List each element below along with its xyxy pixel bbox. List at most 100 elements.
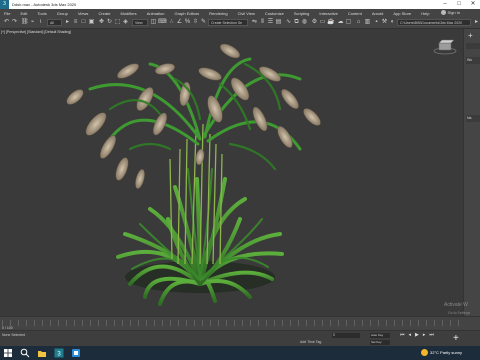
render-icon[interactable]: ☕ (327, 19, 334, 26)
close-button[interactable]: ✕ (466, 0, 480, 9)
open-folder-icon[interactable]: ⌂ (355, 19, 362, 26)
menu-scripting[interactable]: Scripting (294, 11, 310, 16)
time-slider[interactable]: 0 / 100 (0, 316, 480, 330)
named-selection-set-dropdown[interactable]: Create Selection Se (208, 19, 248, 26)
render-frame-icon[interactable]: ▭ (319, 19, 326, 26)
percent-snap-icon[interactable]: % (184, 19, 191, 26)
previous-frame-icon[interactable]: ◂ (409, 332, 412, 338)
weather-status[interactable]: 32°C Partly sunny (430, 350, 462, 355)
user-icon (440, 10, 446, 15)
menu-group[interactable]: Group (57, 11, 68, 16)
grass-plant-model[interactable] (0, 29, 463, 316)
select-by-name-icon[interactable]: ≡ (72, 19, 79, 26)
menu-views[interactable]: Views (78, 11, 89, 16)
browse-icon[interactable]: ▸ (473, 19, 480, 26)
spinner-snap-icon[interactable]: ⇳ (192, 19, 199, 26)
menu-edit[interactable]: Edit (20, 11, 27, 16)
maximize-button[interactable]: □ (452, 0, 466, 9)
app-logo-icon[interactable]: 3 (0, 0, 9, 9)
render-region-icon[interactable]: ▢ (345, 19, 352, 26)
minimize-button[interactable]: – (438, 0, 452, 9)
snap-icon[interactable]: ∴ (168, 19, 175, 26)
schematic-view-icon[interactable]: ⧉ (293, 19, 300, 26)
undo-icon[interactable]: ↶ (3, 19, 10, 26)
viewcube-widget[interactable] (432, 39, 458, 55)
menu-civil-view[interactable]: Civil View (238, 11, 255, 16)
sign-in-label: Sign In (447, 10, 460, 15)
menu-content[interactable]: Content (348, 11, 362, 16)
place-icon[interactable]: ◈ (122, 19, 129, 26)
add-key-plus-icon[interactable]: + (453, 333, 459, 344)
menu-arnold[interactable]: Arnold (372, 11, 384, 16)
render-online-icon[interactable]: ☁ (337, 19, 344, 26)
rotate-icon[interactable]: ↻ (106, 19, 113, 26)
create-panel-plus-icon[interactable]: + (468, 31, 473, 40)
auto-key-button[interactable]: Auto Key (370, 333, 390, 338)
add-time-tag-button[interactable]: Add Time Tag (300, 340, 321, 344)
menu-modifiers[interactable]: Modifiers (120, 11, 136, 16)
perspective-viewport[interactable]: [+] [Perspective] [Standard] [Default Sh… (0, 29, 463, 316)
menu-animation[interactable]: Animation (147, 11, 165, 16)
window-crossing-icon[interactable]: ▣ (88, 19, 95, 26)
link-icon[interactable]: ⛓ (21, 19, 29, 26)
menu-graph-editors[interactable]: Graph Editors (174, 11, 199, 16)
os-taskbar: 3 32°C Partly sunny (0, 346, 480, 360)
menu-interactive[interactable]: Interactive (319, 11, 337, 16)
3ds-max-taskbar-icon[interactable]: 3 (54, 348, 64, 358)
go-to-end-icon[interactable]: ⏭ (429, 332, 434, 338)
weather-sun-icon (421, 349, 428, 356)
ribbon-icon[interactable]: ▤ (275, 19, 282, 26)
menu-create[interactable]: Create (98, 11, 110, 16)
keyboard-shortcut-icon[interactable]: ⌨ (158, 19, 167, 26)
layer-explorer-icon[interactable]: ☰ (267, 19, 274, 26)
menu-help[interactable]: Help (421, 11, 429, 16)
bind-icon[interactable]: ≀ (37, 19, 44, 26)
unlink-icon[interactable]: ⌁ (29, 19, 36, 26)
title-bar: 3 Ddsh.max - Autodesk 3ds Max 2020 – □ ✕ (0, 0, 480, 9)
file-manager-icon[interactable] (71, 348, 81, 358)
command-panel-tabs[interactable] (466, 43, 480, 49)
search-icon[interactable] (20, 348, 30, 358)
edit-named-selection-icon[interactable]: ✎ (200, 19, 207, 26)
menu-customize[interactable]: Customize (265, 11, 284, 16)
mirror-icon[interactable]: ⇋ (251, 19, 258, 26)
rollout-1[interactable]: Wo (466, 57, 480, 64)
go-to-start-icon[interactable]: ⏮ (400, 332, 405, 338)
project-path-field[interactable]: C:\Users\BIN\Documents\3ds Max 2020 (397, 19, 471, 26)
windows-start-icon[interactable] (3, 348, 13, 358)
frame-input[interactable]: 0 (332, 333, 360, 338)
move-icon[interactable]: ✥ (98, 19, 105, 26)
set-key-button[interactable]: Set Key (370, 340, 390, 345)
rollout-2[interactable]: Na (466, 115, 480, 122)
select-icon[interactable]: ▸ (64, 19, 71, 26)
file-explorer-icon[interactable] (37, 348, 47, 358)
menu-file[interactable]: File (4, 11, 10, 16)
project-folder-icon[interactable]: ▥ (364, 19, 371, 26)
scale-icon[interactable]: ⬚ (114, 19, 121, 26)
save-icon[interactable]: ▪ (373, 19, 380, 26)
curve-editor-icon[interactable]: ∿ (285, 19, 292, 26)
region-select-icon[interactable]: □ (80, 19, 87, 26)
selection-status: None Selected (2, 333, 25, 337)
menu-app-store[interactable]: App Store (393, 11, 411, 16)
angle-snap-icon[interactable]: ∠ (176, 19, 183, 26)
align-icon[interactable]: ⫴ (259, 19, 266, 26)
sign-in[interactable]: Sign In (440, 10, 460, 15)
pivot-icon[interactable]: ◫ (150, 19, 157, 26)
window-controls: – □ ✕ (438, 0, 480, 9)
playback-controls: ⏮ ◂ ▶ ▸ ⏭ (400, 332, 434, 338)
menu-rendering[interactable]: Rendering (209, 11, 227, 16)
next-frame-icon[interactable]: ▸ (423, 332, 426, 338)
menu-tools[interactable]: Tools (37, 11, 46, 16)
material-editor-icon[interactable]: ◍ (301, 19, 308, 26)
status-bar: None Selected Add Time Tag 0 Auto Key Se… (0, 330, 480, 346)
settings-icon[interactable]: ⚒ (381, 19, 388, 26)
redo-icon[interactable]: ↷ (11, 19, 18, 26)
play-icon[interactable]: ▶ (415, 332, 419, 338)
reference-coordinate-dropdown[interactable]: View (132, 19, 148, 26)
render-setup-icon[interactable]: ⚙ (311, 19, 318, 26)
selection-filter-dropdown[interactable]: All (47, 19, 62, 26)
window-title: Ddsh.max - Autodesk 3ds Max 2020 (12, 2, 77, 7)
autodesk-icon[interactable]: ◐ (389, 19, 396, 26)
app-window: 3 Ddsh.max - Autodesk 3ds Max 2020 – □ ✕… (0, 0, 480, 360)
